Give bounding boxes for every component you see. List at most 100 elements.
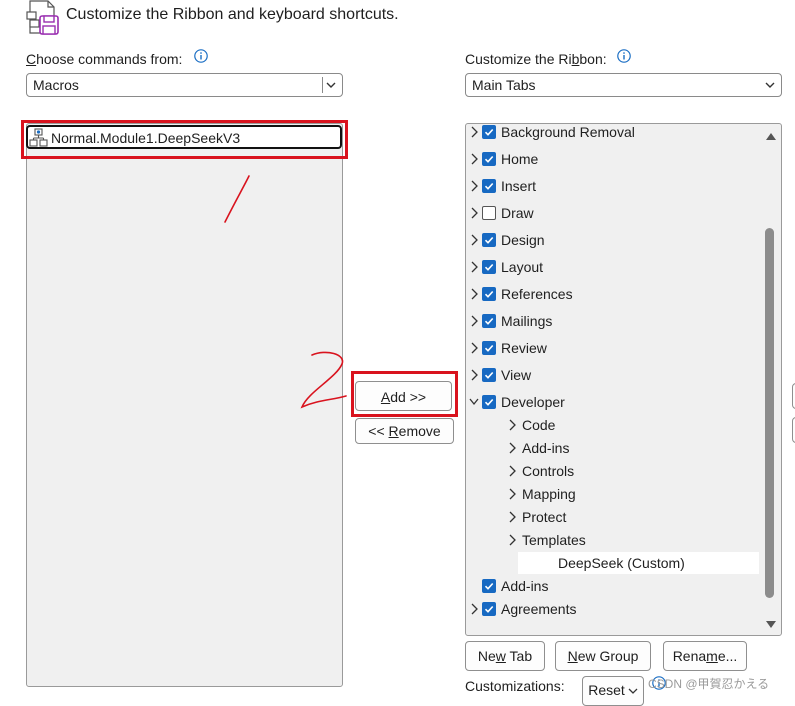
chevron-down-icon[interactable] — [762, 77, 778, 93]
chevron-right-icon[interactable] — [469, 126, 479, 138]
ribbon-tree-row[interactable]: Code — [466, 414, 759, 436]
new-group-accesskey: N — [567, 648, 578, 664]
ribbon-tab-checkbox[interactable] — [482, 579, 496, 593]
ribbon-tab-checkbox[interactable] — [482, 206, 496, 220]
chevron-down-icon[interactable] — [469, 396, 479, 408]
ribbon-tree-label: References — [501, 286, 573, 302]
check-icon — [484, 582, 494, 590]
ribbon-tab-checkbox[interactable] — [482, 314, 496, 328]
customize-ribbon-label-post: bon: — [579, 51, 607, 67]
ribbon-tree-label: Agreements — [501, 601, 577, 617]
ribbon-tree-row[interactable]: Templates — [466, 529, 759, 551]
ribbon-tab-checkbox[interactable] — [482, 260, 496, 274]
check-icon — [484, 155, 494, 163]
ribbon-tree-row[interactable]: Review — [466, 337, 759, 359]
rename-pre: Rena — [672, 648, 707, 664]
info-icon[interactable] — [194, 49, 208, 63]
ribbon-tree-label: Review — [501, 340, 547, 356]
ribbon-tree-row[interactable]: Controls — [466, 460, 759, 482]
dialog-title: Customize the Ribbon and keyboard shortc… — [66, 6, 399, 23]
choose-commands-accesskey: C — [26, 51, 37, 67]
ribbon-tree-label: Insert — [501, 178, 537, 194]
choose-commands-value: Macros — [33, 77, 79, 93]
chevron-right-icon[interactable] — [469, 207, 479, 219]
remove-button-label: emove — [398, 423, 441, 439]
ribbon-tree-label: Developer — [501, 394, 565, 410]
ribbon-tab-checkbox[interactable] — [482, 233, 496, 247]
ribbon-tree-row[interactable]: Home — [466, 148, 759, 170]
chevron-right-icon[interactable] — [507, 511, 517, 523]
annotation-highlight-add — [351, 371, 458, 417]
reset-label: Reset — [588, 682, 625, 698]
chevron-right-icon[interactable] — [469, 315, 479, 327]
ribbon-tree-label: Mapping — [522, 486, 576, 502]
customizations-label: Customizations: — [465, 678, 565, 694]
ribbon-tree-row[interactable]: DeepSeek (Custom) — [518, 552, 759, 574]
chevron-right-icon[interactable] — [469, 342, 479, 354]
chevron-right-icon[interactable] — [469, 234, 479, 246]
chevron-right-icon[interactable] — [469, 261, 479, 273]
customize-ribbon-label-pre: Customize the Ri — [465, 51, 572, 67]
ribbon-tree-row[interactable]: References — [466, 283, 759, 305]
chevron-right-icon[interactable] — [469, 288, 479, 300]
ribbon-tree-row[interactable]: Insert — [466, 175, 759, 197]
chevron-right-icon[interactable] — [507, 419, 517, 431]
check-icon — [484, 344, 494, 352]
ribbon-tree-row[interactable]: Add-ins — [466, 575, 759, 597]
annotation-highlight-command — [21, 120, 348, 159]
ribbon-tree-label: Controls — [522, 463, 575, 479]
watermark: CSDN @甲賀忍かえる — [648, 677, 770, 691]
choose-commands-combo[interactable]: Macros — [26, 73, 343, 97]
ribbon-tree-row[interactable]: Mapping — [466, 483, 759, 505]
remove-button-accesskey: R — [388, 423, 399, 439]
chevron-right-icon[interactable] — [469, 180, 479, 192]
scroll-down-arrow-icon[interactable] — [765, 620, 777, 630]
chevron-right-icon[interactable] — [469, 603, 479, 615]
check-icon — [484, 317, 494, 325]
chevron-right-icon[interactable] — [469, 369, 479, 381]
annotation-step-2-mark — [300, 351, 347, 409]
rename-button[interactable]: Rename... — [663, 641, 747, 671]
ribbon-tree-label: Mailings — [501, 313, 553, 329]
ribbon-tab-checkbox[interactable] — [482, 368, 496, 382]
reset-button[interactable]: Reset — [582, 676, 644, 706]
ribbon-tree-row[interactable]: Mailings — [466, 310, 759, 332]
check-icon — [484, 182, 494, 190]
ribbon-tree-row[interactable]: Protect — [466, 506, 759, 528]
choose-commands-label: Choose commands from: — [26, 51, 182, 67]
ribbon-tree-row[interactable]: Background Removal — [466, 124, 759, 143]
rename-post: e... — [717, 648, 738, 664]
info-icon[interactable] — [617, 49, 631, 63]
new-group-button[interactable]: New Group — [555, 641, 651, 671]
scrollbar-thumb[interactable] — [765, 228, 774, 598]
ribbon-tree-row[interactable]: View — [466, 364, 759, 386]
ribbon-tree-row[interactable]: Developer — [466, 391, 759, 413]
chevron-right-icon[interactable] — [469, 153, 479, 165]
chevron-right-icon[interactable] — [507, 465, 517, 477]
ribbon-tree-label: DeepSeek (Custom) — [558, 555, 685, 571]
customize-ribbon-combo[interactable]: Main Tabs — [465, 73, 782, 97]
chevron-right-icon[interactable] — [507, 442, 517, 454]
ribbon-tree-row[interactable]: Agreements — [466, 598, 759, 620]
ribbon-tab-checkbox[interactable] — [482, 287, 496, 301]
check-icon — [484, 236, 494, 244]
ribbon-tab-checkbox[interactable] — [482, 602, 496, 616]
chevron-down-icon[interactable] — [323, 77, 339, 93]
annotation-step-1-mark — [224, 175, 250, 223]
ribbon-tab-checkbox[interactable] — [482, 179, 496, 193]
remove-button[interactable]: << Remove — [355, 418, 454, 444]
ribbon-tab-checkbox[interactable] — [482, 395, 496, 409]
ribbon-tree-row[interactable]: Draw — [466, 202, 759, 224]
chevron-right-icon[interactable] — [507, 534, 517, 546]
ribbon-tab-checkbox[interactable] — [482, 152, 496, 166]
check-icon — [484, 128, 494, 136]
ribbon-tab-checkbox[interactable] — [482, 125, 496, 139]
ribbon-tab-checkbox[interactable] — [482, 341, 496, 355]
ribbon-tree-row[interactable]: Design — [466, 229, 759, 251]
ribbon-tree-row[interactable]: Add-ins — [466, 437, 759, 459]
chevron-right-icon[interactable] — [507, 488, 517, 500]
remove-button-prefix: << — [368, 423, 389, 439]
scroll-up-arrow-icon[interactable] — [765, 131, 777, 141]
new-tab-button[interactable]: New Tab — [465, 641, 545, 671]
ribbon-tree-row[interactable]: Layout — [466, 256, 759, 278]
